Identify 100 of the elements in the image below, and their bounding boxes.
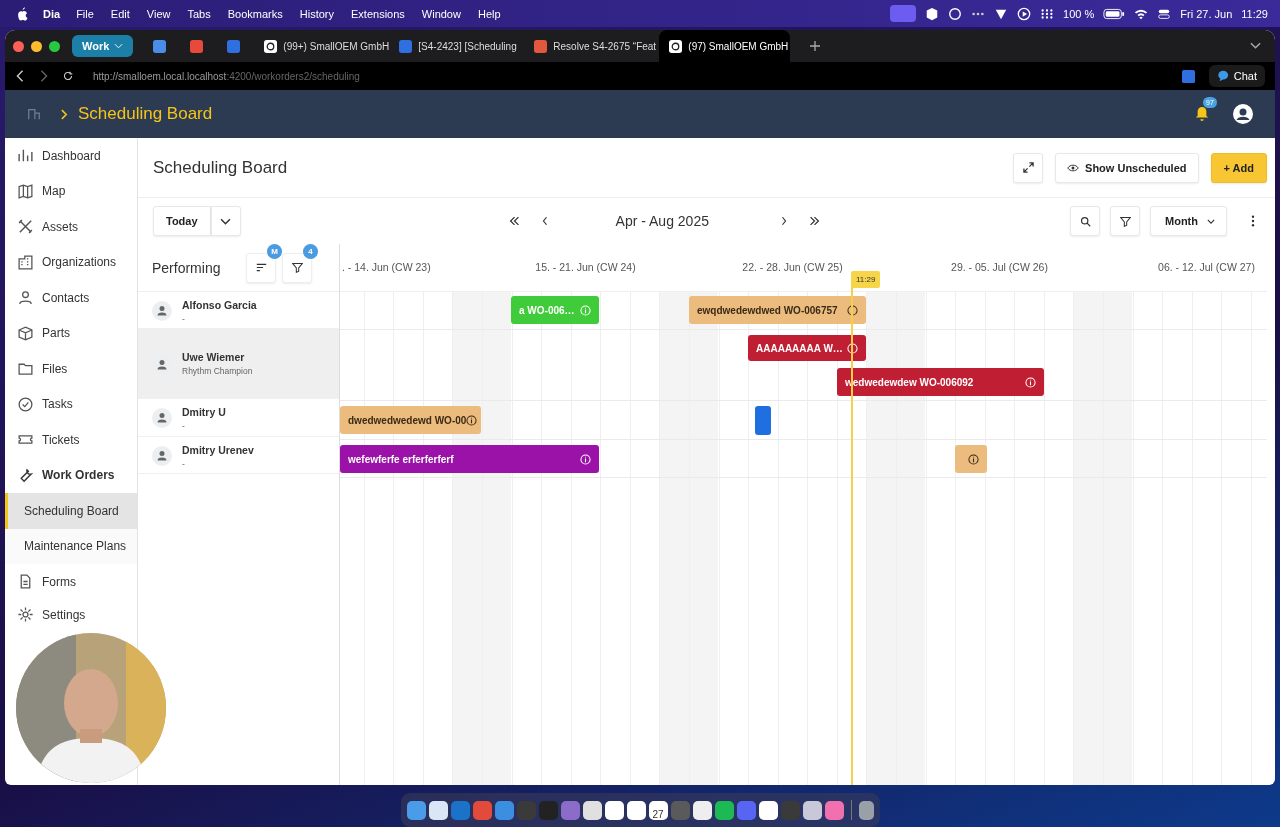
reload-icon[interactable] [63, 70, 73, 82]
menu-item[interactable]: Help [477, 7, 501, 20]
sidebar-item[interactable]: Tasks [5, 386, 137, 422]
menu-item[interactable]: Window [421, 7, 461, 20]
battery-icon[interactable] [1103, 7, 1126, 20]
resource-subtitle: Rhythm Champion [182, 366, 253, 376]
info-icon[interactable] [968, 453, 979, 465]
sidebar-item[interactable]: Assets [5, 209, 137, 245]
week-label: 15. - 21. Jun (CW 24) [534, 261, 637, 273]
show-unscheduled-button[interactable]: Show Unscheduled [1055, 152, 1199, 183]
sort-button[interactable] [246, 252, 276, 283]
menu-item[interactable]: Dia [43, 7, 61, 20]
sidebar-item[interactable]: Settings [5, 599, 137, 630]
resource-name: Alfonso Garcia [182, 299, 257, 311]
resources-title: Performing [152, 259, 222, 276]
screen-share-icon[interactable] [890, 5, 917, 22]
browser-tab[interactable]: [S4-2423] [Scheduling [389, 30, 521, 62]
sidebar-item[interactable]: Work Orders [5, 457, 137, 493]
add-button[interactable]: + Add [1210, 152, 1267, 183]
sidebar-subitem[interactable]: Scheduling Board [5, 493, 137, 529]
chevron-down-icon[interactable] [1250, 42, 1261, 50]
event-bar[interactable] [955, 445, 987, 473]
menu-item[interactable]: File [76, 7, 94, 20]
browser-tab[interactable]: (97) SmallOEM GmbH [659, 30, 791, 62]
resource-row[interactable]: Dmitry U - [138, 399, 339, 437]
app-icon[interactable] [428, 800, 448, 820]
sidebar-subitem[interactable]: Maintenance Plans [5, 528, 137, 564]
double-chevron-right-icon[interactable] [809, 216, 820, 226]
event-bar[interactable]: AAAAAAAAA W… [748, 335, 866, 361]
bell-icon[interactable] [1195, 106, 1209, 122]
app-icon[interactable] [604, 800, 624, 820]
gear-icon [17, 606, 34, 623]
today-button[interactable]: Today [153, 206, 211, 236]
sidebar-item[interactable]: Parts [5, 315, 137, 351]
menu-item[interactable]: View [146, 7, 171, 20]
building-icon[interactable] [27, 107, 41, 121]
calendar-app-icon[interactable]: 27 [648, 800, 668, 820]
search-button[interactable] [1070, 206, 1100, 236]
cube-icon[interactable] [925, 6, 940, 21]
filter-badge: 4 [303, 243, 318, 259]
event-bar[interactable]: dwedwedwedewd WO-00 [340, 406, 481, 434]
sidebar-item[interactable]: Files [5, 351, 137, 387]
close-window-button[interactable] [13, 40, 24, 52]
person-avatar-icon [152, 301, 172, 321]
person-icon [17, 289, 34, 307]
wrench-icon [17, 466, 34, 484]
menu-item[interactable]: Tabs [187, 7, 211, 20]
sidebar-item[interactable]: Contacts [5, 280, 137, 316]
more-icon[interactable] [1251, 215, 1255, 227]
app-icon[interactable] [582, 800, 602, 820]
menu-item[interactable]: Extensions [351, 7, 405, 20]
filter-button[interactable] [282, 252, 312, 283]
apple-logo-icon[interactable] [16, 6, 29, 21]
event-bar[interactable]: wefewferfe erferferferf [340, 445, 599, 473]
expand-arrows-icon [1022, 162, 1034, 173]
sidebar-item[interactable]: Forms [5, 564, 137, 600]
map-icon [17, 182, 34, 200]
chevron-right-icon[interactable] [781, 216, 787, 226]
filter-button[interactable] [1110, 206, 1140, 236]
app-icon[interactable] [692, 800, 712, 820]
user-avatar-icon[interactable] [1233, 104, 1253, 124]
plus-icon[interactable] [810, 41, 821, 51]
event-bar[interactable]: ewqdwedewdwed WO-006757 [689, 296, 866, 324]
resource-subtitle: - [182, 459, 186, 469]
play-icon[interactable] [1017, 6, 1032, 21]
menubar-clock: 11:29 [1241, 7, 1268, 20]
menu-item[interactable]: Edit [110, 7, 130, 20]
battery-percentage: 100 % [1063, 7, 1095, 20]
minimize-window-button[interactable] [31, 40, 42, 52]
sort-icon [255, 262, 267, 273]
resource-name: Uwe Wiemer [182, 351, 246, 363]
double-chevron-left-icon[interactable] [508, 216, 520, 226]
sidebar-item[interactable]: Organizations [5, 244, 137, 280]
extension-icon[interactable] [1181, 69, 1195, 83]
trash-icon[interactable] [858, 800, 874, 820]
profile-button[interactable]: Work [72, 35, 134, 57]
menu-item[interactable]: History [299, 7, 334, 20]
address-field[interactable]: http://smalloem.local.localhost:4200/workorders2/scheduling [93, 70, 360, 82]
resource-row[interactable]: Uwe Wiemer Rhythm Champion [138, 329, 339, 399]
zoom-window-button[interactable] [49, 40, 60, 52]
browser-tab[interactable]: Resolve S4-2675 “Feat [524, 30, 656, 62]
app-icon[interactable] [626, 800, 646, 820]
fullscreen-button[interactable] [1013, 152, 1044, 183]
app-icon[interactable] [758, 800, 778, 820]
sidebar-item[interactable]: Map [5, 173, 137, 209]
resource-row[interactable]: Dmitry Urenev - [138, 437, 339, 474]
view-select[interactable]: Month [1150, 206, 1227, 236]
circle-icon[interactable] [948, 6, 963, 21]
resource-subtitle: - [182, 421, 186, 431]
info-icon[interactable] [466, 414, 478, 426]
sidebar-item[interactable]: Tickets [5, 422, 137, 458]
grid-icon[interactable] [1040, 6, 1055, 21]
forward-icon[interactable] [39, 70, 49, 82]
chevron-left-icon[interactable] [541, 216, 548, 226]
app-icon[interactable] [802, 800, 822, 820]
menu-item[interactable]: Bookmarks [227, 7, 283, 20]
chat-button[interactable]: Chat [1208, 65, 1265, 87]
check-circle-icon [17, 395, 34, 413]
sidebar-item[interactable]: Dashboard [5, 138, 137, 174]
back-icon[interactable] [15, 70, 25, 82]
